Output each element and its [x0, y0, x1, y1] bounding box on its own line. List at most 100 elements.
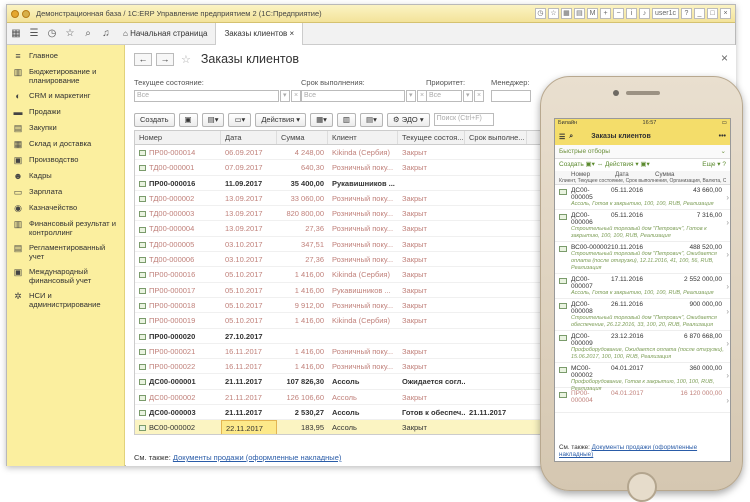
- sidebar-item-crm[interactable]: ◐ CRM и маркетинг: [7, 88, 124, 104]
- favorites-icon[interactable]: ☆: [547, 8, 559, 19]
- mobile-list-item[interactable]: ДС00-000009 23.12.2016 6 870 668,00 Профобо…: [555, 331, 730, 363]
- state-filter-dropdown[interactable]: ▾: [280, 90, 290, 102]
- col-date[interactable]: Дата: [221, 131, 277, 144]
- help-icon[interactable]: ?: [681, 8, 692, 19]
- apps-grid-icon[interactable]: ▦: [7, 28, 25, 39]
- bell-icon[interactable]: ♪: [638, 8, 650, 19]
- cell-sum: 27,36: [305, 255, 324, 265]
- intl-accounting-icon: ▣: [13, 267, 23, 277]
- create-button[interactable]: Создать: [134, 112, 175, 127]
- sidebar-item-accounting[interactable]: ▤ Регламентированный учет: [7, 240, 124, 264]
- quick-filters-bar[interactable]: Быстрые отборы ⌄: [555, 145, 730, 159]
- sidebar-item-warehouse[interactable]: ▦ Склад и доставка: [7, 136, 124, 152]
- sidebar-item-main[interactable]: ≡ Главное: [7, 48, 124, 64]
- cell-sum: 183,95: [301, 423, 324, 433]
- cell-number: ТД00-000002: [135, 191, 221, 205]
- due-filter-input[interactable]: Все: [301, 90, 405, 102]
- sidebar-item-admin[interactable]: ✲ НСИ и администрирование: [7, 288, 124, 312]
- cell-sum: [277, 329, 328, 343]
- col-state[interactable]: Текущее состоя...: [398, 131, 465, 144]
- favorite-star-icon[interactable]: ☆: [181, 53, 191, 66]
- sidebar-item-staff[interactable]: ☻ Кадры: [7, 168, 124, 184]
- user-icon[interactable]: user1c: [651, 8, 679, 19]
- mobile-item-sum: 7 316,00: [696, 212, 722, 219]
- tab-home[interactable]: ⌂ Начальная страница: [115, 23, 215, 45]
- phone-frame: Билайн 16:57 ▭ ☰ ⌕ Заказы клиентов ••• Б…: [540, 76, 743, 502]
- mobile-item-number: ВС00-000002: [571, 244, 611, 251]
- attachments-button[interactable]: ▥: [336, 112, 357, 127]
- memory-m-icon[interactable]: M: [586, 8, 598, 19]
- memory-minus-icon[interactable]: −: [612, 8, 624, 19]
- history-icon[interactable]: ◷: [534, 8, 546, 19]
- state-filter-input[interactable]: Все: [134, 90, 279, 102]
- tab-customer-orders[interactable]: Заказы клиентов ×: [215, 22, 304, 45]
- col-client[interactable]: Клиент: [328, 131, 398, 144]
- info-icon[interactable]: i: [625, 8, 637, 19]
- back-button[interactable]: ←: [134, 52, 152, 66]
- col-number[interactable]: Номер: [135, 131, 221, 144]
- close-window-icon[interactable]: ×: [720, 8, 731, 19]
- sidebar-item-budget[interactable]: ▥ Бюджетирование и планирование: [7, 64, 124, 88]
- close-form-icon[interactable]: ×: [721, 51, 728, 65]
- cell-client: Розничный поку...: [332, 255, 394, 265]
- report-button[interactable]: ▦▾: [310, 112, 333, 127]
- col-due[interactable]: Срок выполне...: [465, 131, 527, 144]
- mobile-list-item[interactable]: ВС00-000002 10.11.2016 488 520,00 Строитель…: [555, 242, 730, 274]
- history-icon[interactable]: ◷: [43, 28, 61, 39]
- create-based-button[interactable]: ▤▾: [201, 112, 225, 127]
- cell-state: Закрыт: [402, 270, 427, 280]
- sales-documents-link[interactable]: Документы продажи (оформленные накладные…: [173, 453, 341, 462]
- actions-button[interactable]: Действия ▾: [255, 112, 307, 127]
- close-tab-icon[interactable]: ×: [290, 29, 295, 38]
- copy-button[interactable]: ▣: [178, 112, 198, 127]
- state-filter-clear[interactable]: ×: [291, 90, 301, 102]
- search-input[interactable]: Поиск (Ctrl+F): [433, 113, 494, 126]
- sidebar-item-production[interactable]: ▣ Производство: [7, 152, 124, 168]
- sidebar-item-label: Финансовый результат и контроллинг: [29, 219, 116, 237]
- sidebar-item-treasury[interactable]: ◉ Казначейство: [7, 200, 124, 216]
- hamburger-icon[interactable]: ☰: [559, 133, 565, 141]
- edo-button[interactable]: ⚙ ЭДО ▾: [386, 112, 430, 127]
- cell-due: [465, 359, 527, 373]
- sidebar-item-purchases[interactable]: ▤ Закупки: [7, 120, 124, 136]
- home-button[interactable]: [627, 472, 657, 502]
- mobile-item-line: ВС00-000002 10.11.2016 488 520,00: [571, 244, 726, 251]
- mobile-list-item[interactable]: ДС00-000006 05.11.2016 7 316,00 Строительны…: [555, 210, 730, 242]
- cell-date: 03.10.2017: [225, 255, 263, 265]
- memory-plus-icon[interactable]: +: [599, 8, 611, 19]
- sidebar-item-sales[interactable]: ▬ Продажи: [7, 104, 124, 120]
- due-filter-dropdown[interactable]: ▾: [406, 90, 416, 102]
- sidebar-item-finance[interactable]: ▥ Финансовый результат и контроллинг: [7, 216, 124, 240]
- menu-list-icon[interactable]: ☰: [25, 28, 43, 39]
- mobile-list-item[interactable]: МС00-000002 04.01.2017 360 000,00 Профобору…: [555, 363, 730, 392]
- cell-sum: 107 826,30: [286, 377, 324, 387]
- search-icon[interactable]: ⌕: [569, 133, 573, 141]
- star-icon[interactable]: ☆: [61, 28, 79, 39]
- mobile-create-button[interactable]: Создать ▣▾ ⇔ Действия ▾ ▣▾: [559, 159, 650, 171]
- maximize-icon[interactable]: □: [707, 8, 718, 19]
- calendar-icon[interactable]: ▤: [573, 8, 585, 19]
- print-button[interactable]: ▭▾: [228, 112, 252, 127]
- col-sum[interactable]: Сумма: [277, 131, 328, 144]
- bell-icon[interactable]: ♫: [97, 28, 115, 39]
- more-icon[interactable]: •••: [719, 133, 726, 140]
- calculator-icon[interactable]: ▦: [560, 8, 572, 19]
- sidebar-item-intl-accounting[interactable]: ▣ Международный финансовый учет: [7, 264, 124, 288]
- mobile-list-item[interactable]: ПР00-000004 04.01.2017 16 120 000,00 ›: [555, 388, 730, 413]
- mobile-list-item[interactable]: ДС00-000008 26.11.2016 900 000,00 Строитель…: [555, 299, 730, 331]
- mobile-list-item[interactable]: ДС00-000007 17.11.2016 2 552 000,00 Ассоль,…: [555, 274, 730, 299]
- mobile-list-item[interactable]: ДС00-000005 05.11.2016 43 660,00 Ассоль, Го…: [555, 185, 730, 210]
- priority-filter-input[interactable]: Все: [426, 90, 462, 102]
- sidebar-item-label: Казначейство: [29, 203, 78, 212]
- menu-icon[interactable]: [22, 9, 30, 18]
- sidebar-item-salary[interactable]: ▭ Зарплата: [7, 184, 124, 200]
- document-icon: [139, 211, 146, 218]
- priority-filter-clear[interactable]: ×: [474, 90, 484, 102]
- priority-filter-dropdown[interactable]: ▾: [463, 90, 473, 102]
- structure-button[interactable]: ▤▾: [360, 112, 383, 127]
- manager-filter-input[interactable]: [491, 90, 531, 102]
- minimize-icon[interactable]: _: [694, 8, 705, 19]
- mobile-more-button[interactable]: Еще ▾ ?: [702, 159, 726, 171]
- forward-button[interactable]: →: [156, 52, 174, 66]
- search-icon[interactable]: ⌕: [79, 28, 97, 39]
